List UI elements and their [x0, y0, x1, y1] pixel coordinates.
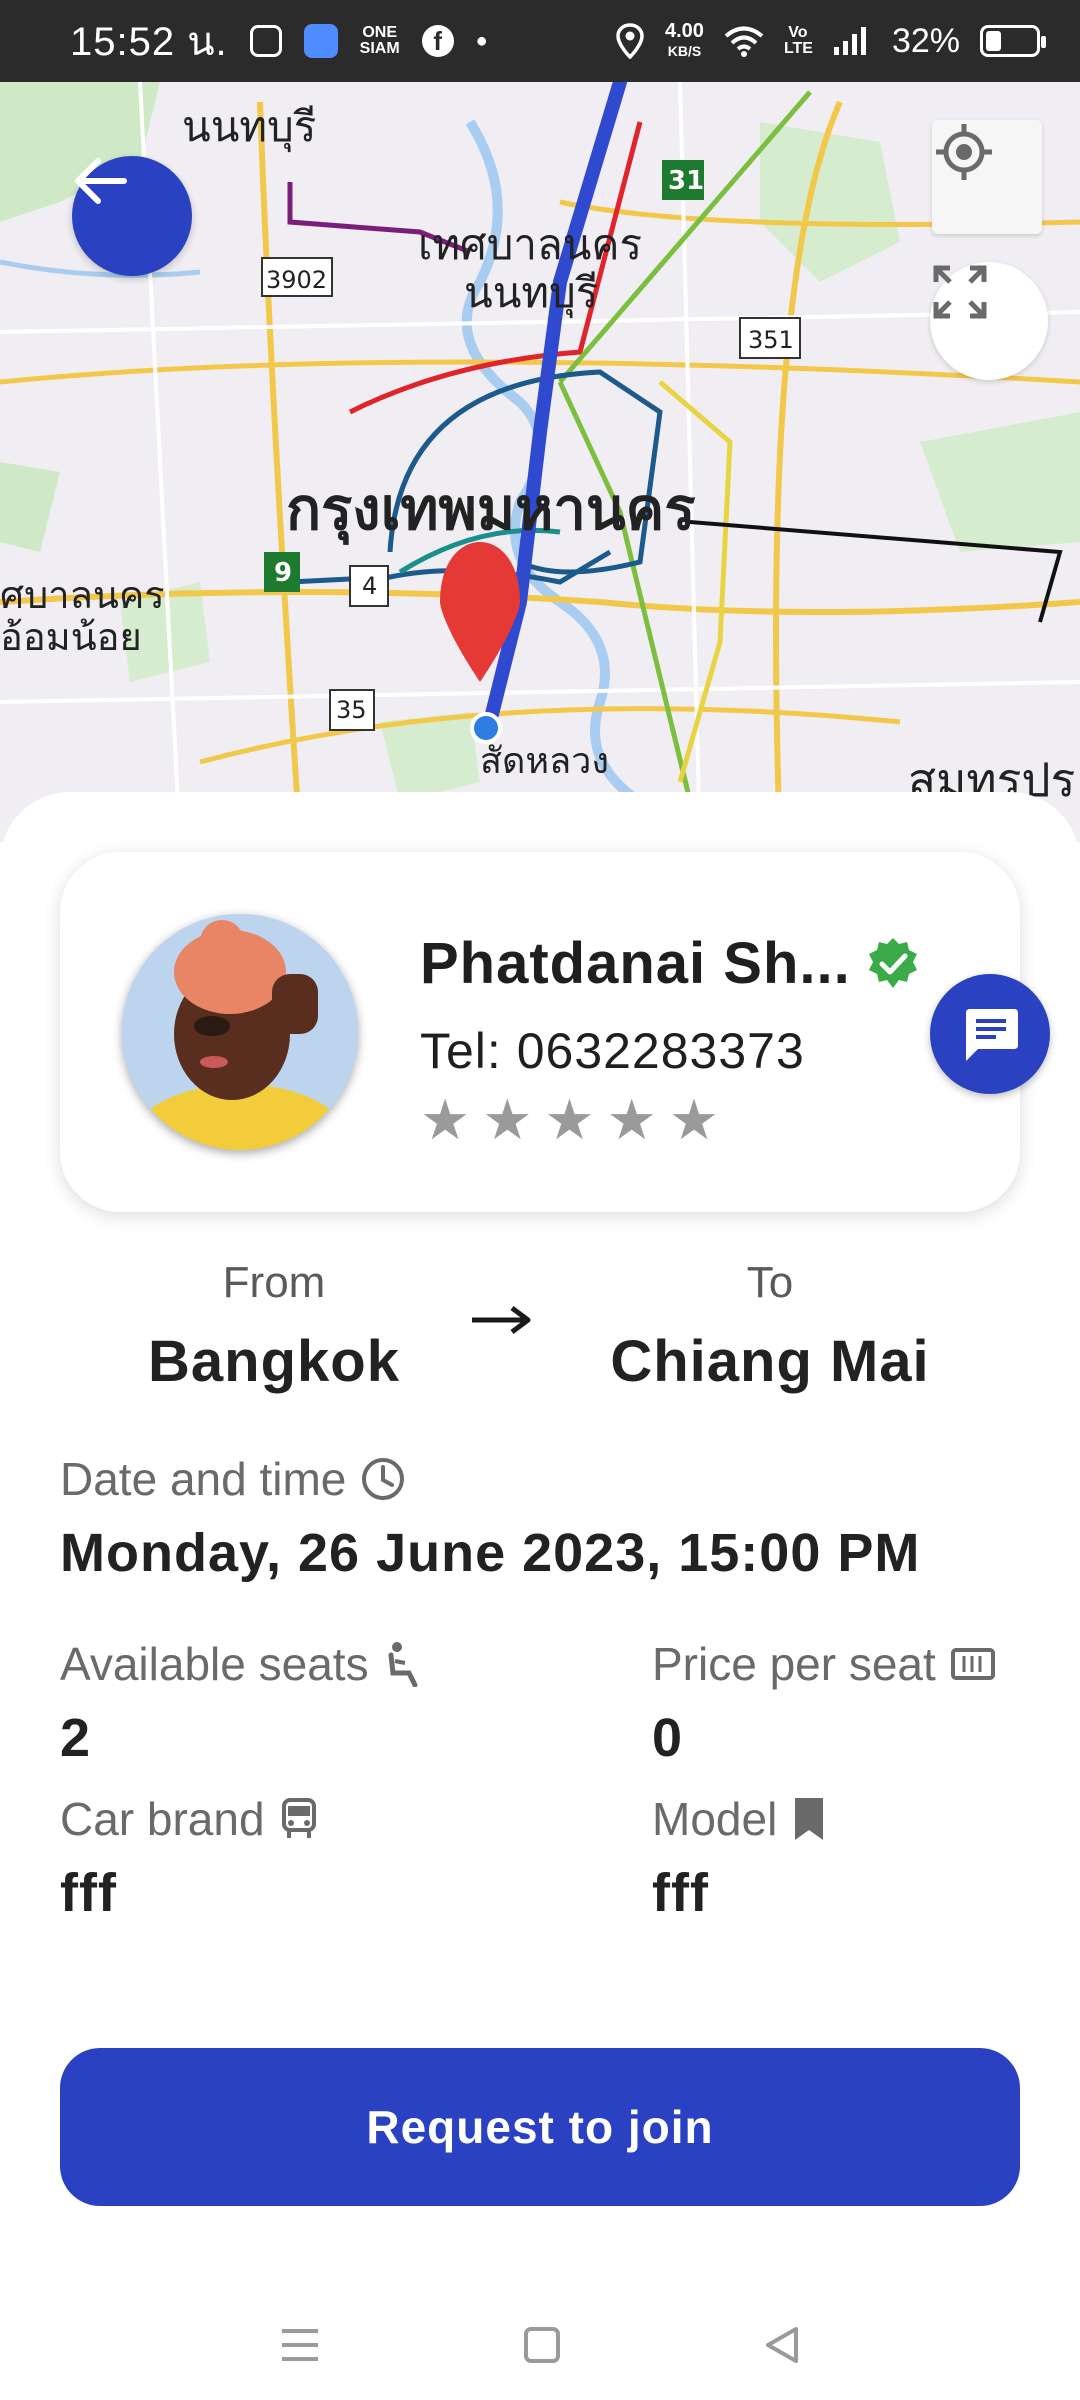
route-map[interactable]: นนทบุรี เทศบาลนคร นนทบุรี กรุงเทพมหานคร … — [0, 82, 1080, 842]
driver-name: Phatdanai Sh... — [420, 931, 851, 996]
avatar-illustration — [122, 914, 358, 1150]
brand-label-row: Car brand — [60, 1792, 319, 1846]
network-speed-value: 4.00 — [665, 20, 704, 42]
seats-label-row: Available seats — [60, 1637, 423, 1691]
onesiam-icon: ONE SIAM — [359, 24, 400, 57]
menu-icon[interactable] — [278, 2325, 322, 2365]
star-icon: ★ — [606, 1088, 657, 1151]
map-label-bangkok: กรุงเทพมหานคร — [286, 475, 696, 543]
back-triangle-icon[interactable] — [762, 2325, 802, 2365]
seat-icon — [388, 1642, 418, 1687]
driver-avatar — [122, 914, 358, 1150]
battery-icon — [980, 25, 1046, 57]
facebook-icon: f — [421, 25, 454, 57]
volte-label: Vo LTE — [783, 24, 813, 57]
map-label-nonthaburi: นนทบุรี — [182, 102, 317, 151]
fullscreen-button[interactable] — [930, 262, 1048, 380]
clock-icon — [362, 1458, 405, 1500]
price-label: Price per seat — [652, 1638, 936, 1690]
status-time: 15:52 น. — [70, 20, 228, 64]
system-nav-bar — [0, 2290, 1080, 2400]
driver-name-row: Phatdanai Sh... — [420, 930, 921, 997]
map-label-west-city-2: อ้อมน้อย — [0, 615, 142, 659]
star-icon: ★ — [544, 1088, 595, 1151]
seats-value: 2 — [60, 1708, 92, 1768]
price-value: 0 — [652, 1708, 684, 1768]
map-park-area — [0, 462, 60, 552]
chat-icon — [966, 1009, 1018, 1061]
price-label-row: Price per seat — [652, 1637, 996, 1691]
driver-rating: ★ ★ ★ ★ ★ — [420, 1090, 719, 1150]
ticket-icon — [950, 1648, 995, 1680]
app-notification-icon — [303, 24, 338, 58]
from-value: Bangkok — [148, 1329, 400, 1394]
driver-card[interactable]: Phatdanai Sh... Tel: 0632283373 ★ ★ ★ ★ … — [60, 852, 1020, 1212]
brand-label: Car brand — [60, 1793, 265, 1845]
battery-percent: 32% — [891, 21, 960, 60]
verified-badge-icon — [868, 937, 917, 988]
from-label: From — [222, 1258, 326, 1307]
route-shield-31-label: 31 — [668, 166, 705, 196]
route-shield-9-label: 9 — [274, 558, 293, 588]
to-label: To — [746, 1258, 794, 1307]
back-button[interactable] — [72, 156, 192, 276]
star-icon: ★ — [420, 1088, 471, 1151]
request-to-join-button[interactable]: Request to join — [60, 2048, 1020, 2206]
brand-value: fff — [60, 1863, 117, 1923]
instagram-icon — [249, 25, 282, 57]
model-label: Model — [652, 1793, 778, 1845]
expand-icon — [933, 265, 987, 319]
map-park-area — [920, 412, 1080, 552]
to-value: Chiang Mai — [610, 1329, 930, 1394]
location-icon — [616, 23, 644, 59]
bookmark-icon — [795, 1798, 824, 1840]
driver-phone: Tel: 0632283373 — [420, 1023, 805, 1079]
datetime-label: Date and time — [60, 1453, 347, 1505]
chat-button[interactable] — [930, 974, 1050, 1094]
map-label-nonthaburi-city-2: นนทบุรี — [464, 268, 599, 317]
map-road — [0, 680, 1080, 704]
map-label-district: สัดหลวง — [480, 741, 609, 782]
model-value: fff — [652, 1863, 709, 1923]
arrow-right-icon — [472, 1306, 531, 1334]
star-icon: ★ — [668, 1088, 720, 1151]
network-speed: 4.00 KB/S — [665, 21, 704, 61]
battery-level — [986, 31, 1002, 51]
seats-label: Available seats — [60, 1638, 369, 1690]
arrow-left-icon — [75, 158, 127, 204]
signal-icon — [833, 27, 866, 55]
wifi-icon — [724, 26, 764, 57]
crosshair-icon — [936, 124, 992, 180]
home-square-icon[interactable] — [522, 2325, 562, 2365]
route-shield-3902-label: 3902 — [266, 266, 328, 294]
model-label-row: Model — [652, 1792, 827, 1846]
datetime-value: Monday, 26 June 2023, 15:00 PM — [60, 1523, 921, 1583]
route-shield-4-label: 4 — [362, 572, 378, 600]
map-park-area — [760, 122, 900, 282]
route-shield-35-label: 35 — [336, 696, 367, 724]
datetime-label-row: Date and time — [60, 1452, 406, 1506]
my-location-button[interactable] — [932, 120, 1042, 234]
route-shield-351-label: 351 — [748, 326, 794, 354]
status-bar: 15:52 น. ONE SIAM f ● 4.00 KB/S Vo LTE 3… — [0, 0, 1080, 82]
more-notifications-dot-icon: ● — [475, 29, 488, 52]
network-speed-unit: KB/S — [667, 43, 702, 59]
car-icon — [281, 1798, 316, 1838]
star-icon: ★ — [482, 1088, 533, 1151]
